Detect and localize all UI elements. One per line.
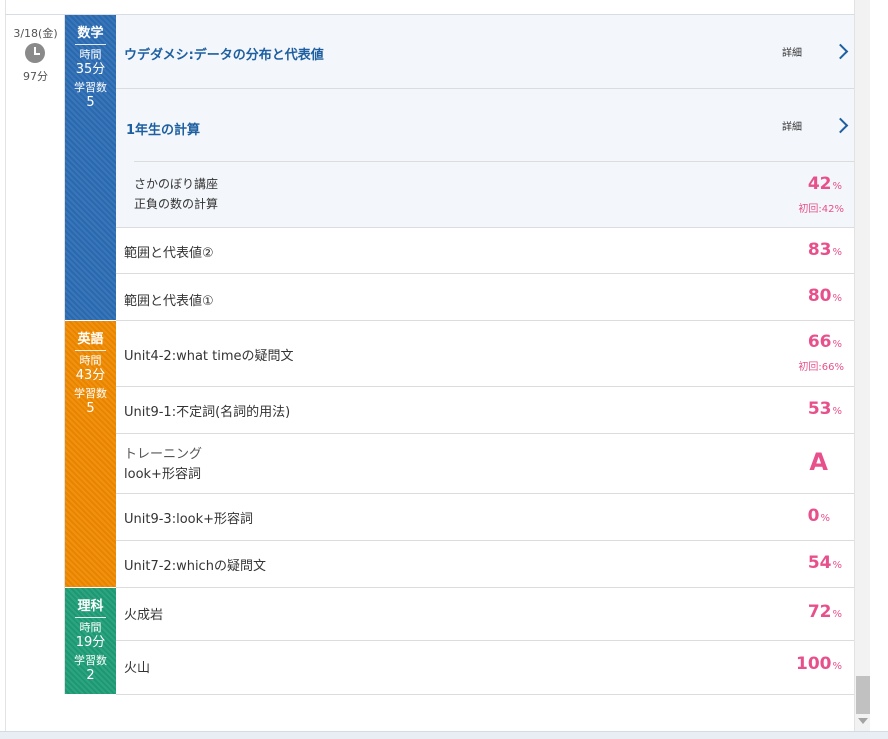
list-item[interactable]: Unit4-2:what timeの疑問文 66% 初回:66% (116, 321, 854, 387)
panel-bottom-edge (0, 731, 888, 739)
score: 80% (807, 286, 842, 306)
grade: A (809, 448, 828, 476)
count-value: 5 (86, 401, 95, 416)
item-title: 範囲と代表値① (124, 294, 214, 309)
item-title: 火山 (124, 661, 151, 676)
list-item[interactable]: 火山 100% (116, 641, 854, 695)
unit-row[interactable]: 1年生の計算 詳細 (116, 89, 854, 162)
count-value: 5 (86, 95, 95, 110)
item-title: Unit4-2:what timeの疑問文 (124, 349, 294, 364)
subject-name: 数学 (75, 22, 106, 45)
item-category: さかのぼり講座 (134, 177, 219, 191)
unit-row[interactable]: ウデダメシ:データの分布と代表値 詳細 (116, 15, 854, 89)
clock-icon (25, 43, 45, 63)
time-value: 19分 (75, 635, 106, 650)
score: 54% (807, 553, 842, 573)
detail-link[interactable]: 詳細 (782, 118, 802, 133)
list-item[interactable]: Unit9-3:look+形容詞 0% (116, 494, 854, 541)
chevron-right-icon[interactable] (832, 43, 849, 60)
score: 100% (795, 654, 842, 674)
chevron-right-icon[interactable] (832, 117, 849, 134)
time-value: 35分 (75, 62, 106, 77)
scroll-down-arrow-icon[interactable] (858, 718, 868, 724)
item-title: 範囲と代表値② (124, 246, 214, 261)
score: 42% (807, 174, 842, 194)
item-title: Unit9-1:不定詞(名詞的用法) (124, 405, 291, 420)
list-item[interactable]: 火成岩 72% (116, 588, 854, 641)
list-item[interactable]: Unit9-1:不定詞(名詞的用法) 53% (116, 387, 854, 434)
item-category: トレーニング (124, 447, 203, 462)
score: 83% (807, 240, 842, 260)
divider (134, 161, 854, 162)
subject-math: 数学 時間 35分 学習数 5 (65, 15, 116, 320)
count-label: 学習数 (74, 654, 107, 667)
day-date: 3/18(金) (13, 27, 58, 40)
vertical-scrollbar[interactable] (854, 0, 870, 731)
count-label: 学習数 (74, 81, 107, 94)
list-item[interactable]: Unit7-2:whichの疑問文 54% (116, 541, 854, 588)
first-score: 初回:42% (798, 204, 844, 215)
score: 72% (807, 602, 842, 622)
item-title: Unit7-2:whichの疑問文 (124, 559, 266, 574)
item-title: look+形容詞 (124, 467, 201, 482)
subject-name: 理科 (75, 595, 106, 618)
subject-science: 理科 時間 19分 学習数 2 (65, 588, 116, 694)
item-title: Unit9-3:look+形容詞 (124, 512, 254, 527)
count-label: 学習数 (74, 387, 107, 400)
time-label: 時間 (79, 621, 102, 634)
viewport: 3/18(金) 97分 数学 時間 35分 学習数 5 英語 時間 43分 学習… (0, 0, 888, 739)
score: 0% (807, 506, 830, 526)
unit-title[interactable]: 1年生の計算 (126, 119, 200, 138)
day-column: 3/18(金) 97分 (6, 15, 65, 694)
list-item[interactable]: さかのぼり講座 正負の数の計算 42% 初回:42% (116, 161, 854, 228)
detail-link[interactable]: 詳細 (782, 44, 802, 59)
subject-english: 英語 時間 43分 学習数 5 (65, 321, 116, 587)
scrollbar-thumb[interactable] (856, 676, 870, 714)
score: 66% (807, 332, 842, 352)
item-title: 火成岩 (124, 608, 164, 623)
day-total-minutes: 97分 (23, 70, 48, 83)
time-label: 時間 (79, 48, 102, 61)
time-value: 43分 (75, 368, 106, 383)
training-item[interactable]: トレーニング look+形容詞 A (116, 434, 854, 494)
score: 53% (807, 399, 842, 419)
item-title: 正負の数の計算 (134, 197, 219, 211)
count-value: 2 (86, 668, 95, 683)
list-item[interactable]: 範囲と代表値① 80% (116, 274, 854, 321)
unit-title[interactable]: ウデダメシ:データの分布と代表値 (124, 44, 324, 63)
subject-name: 英語 (75, 328, 106, 351)
list-item[interactable]: 範囲と代表値② 83% (116, 228, 854, 274)
time-label: 時間 (79, 354, 102, 367)
window-edge (870, 0, 888, 731)
first-score: 初回:66% (798, 362, 844, 373)
